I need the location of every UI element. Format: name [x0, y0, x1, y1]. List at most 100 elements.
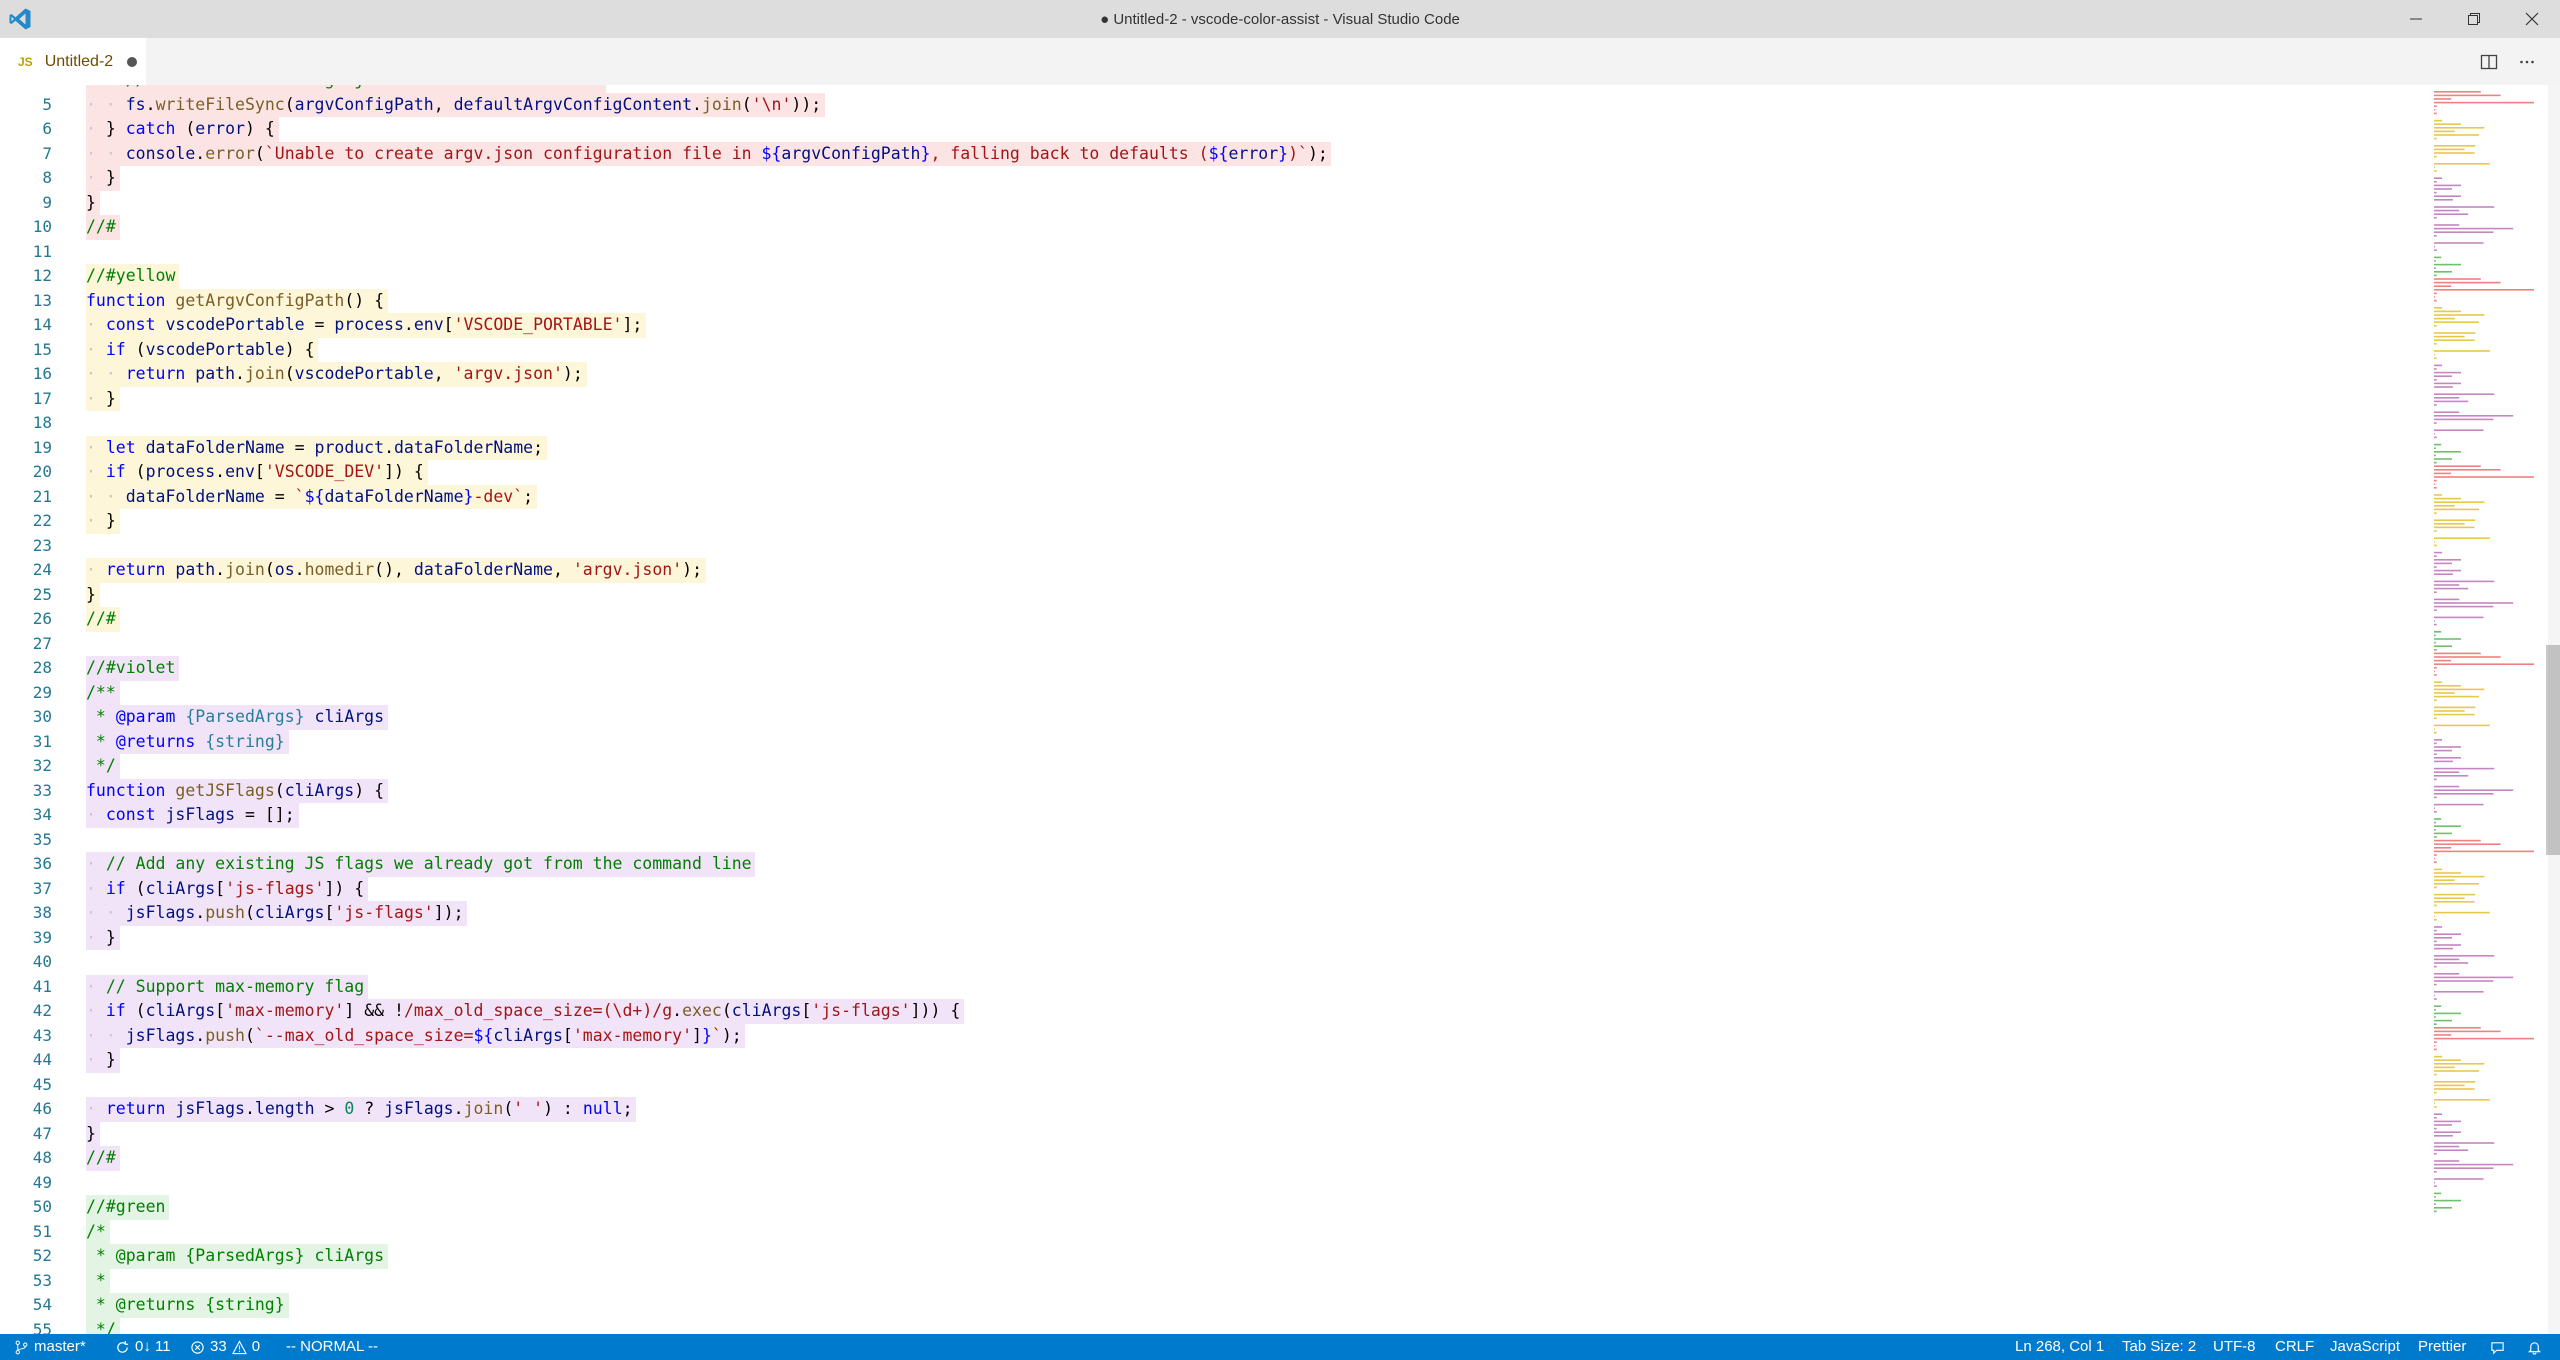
code-line[interactable]: 25}	[0, 582, 2420, 607]
more-actions-button[interactable]	[2513, 48, 2541, 76]
line-number: 41	[32, 976, 52, 996]
code-line[interactable]: 32 */	[0, 754, 2420, 779]
code-token: [	[254, 462, 265, 481]
vscode-logo-icon[interactable]	[8, 7, 32, 31]
problems-item[interactable]: 33 0	[190, 1334, 260, 1360]
split-editor-button[interactable]	[2475, 48, 2503, 76]
minimap-line	[2434, 670, 2435, 673]
code-line[interactable]: 20 · if (process.env['VSCODE_DEV']) {	[0, 460, 2420, 485]
code-line[interactable]: 43 · · jsFlags.push(`--max_old_space_size…	[0, 1023, 2420, 1048]
minimize-button[interactable]	[2387, 0, 2445, 38]
minimap-line	[2434, 285, 2452, 287]
code-line[interactable]: 19 · let dataFolderName = product.dataFol…	[0, 435, 2420, 460]
code-line[interactable]: 49	[0, 1171, 2420, 1196]
minimap-line	[2434, 1063, 2485, 1065]
code-line[interactable]: 50 //#green	[0, 1195, 2420, 1220]
minimap-line	[2434, 479, 2437, 482]
code-line[interactable]: 44 · }	[0, 1048, 2420, 1073]
code-line[interactable]: 36 · // Add any existing JS flags we alre…	[0, 852, 2420, 877]
code-line[interactable]: 30 * @param {ParsedArgs} cliArgs	[0, 705, 2420, 730]
code-line[interactable]: 21 · · dataFolderName = `${dataFolderName…	[0, 484, 2420, 509]
end-of-line[interactable]: CRLF	[2275, 1334, 2314, 1360]
minimap-line	[2434, 796, 2437, 799]
formatter[interactable]: Prettier	[2418, 1334, 2466, 1360]
tab-size[interactable]: Tab Size: 2	[2122, 1334, 2196, 1360]
code-line[interactable]: 48 //#	[0, 1146, 2420, 1171]
line-number: 37	[32, 878, 52, 898]
git-branch-item[interactable]: master*	[14, 1334, 86, 1360]
code-line[interactable]: 12 //#yellow	[0, 264, 2420, 289]
code-line[interactable]: 29 /**	[0, 680, 2420, 705]
code-line[interactable]: 4 · · // create initial argv.json with de…	[0, 85, 2420, 93]
minimap-line	[2434, 209, 2460, 212]
minimap-line	[2434, 980, 2494, 982]
close-window-button[interactable]	[2503, 0, 2560, 38]
code-line[interactable]: 22 · }	[0, 509, 2420, 534]
minimap[interactable]	[2428, 85, 2548, 1334]
code-line[interactable]: 24 · return path.join(os.homedir(), dataF…	[0, 558, 2420, 583]
sync-item[interactable]: 0↓ 11	[115, 1334, 171, 1360]
restore-button[interactable]	[2445, 0, 2503, 38]
notifications-button[interactable]	[2527, 1334, 2542, 1360]
code-line[interactable]: 39 · }	[0, 925, 2420, 950]
code-line[interactable]: 53 *	[0, 1268, 2420, 1293]
code-line[interactable]: 10 //#	[0, 215, 2420, 240]
minimap-line	[2434, 904, 2437, 907]
code-line[interactable]: 23	[0, 534, 2420, 559]
code-token: ;	[622, 1099, 633, 1118]
code-line[interactable]: 47}	[0, 1121, 2420, 1146]
code-line[interactable]: 9}	[0, 190, 2420, 215]
code-line[interactable]: 52 * @param {ParsedArgs} cliArgs	[0, 1244, 2420, 1269]
code-lines[interactable]: 4 · · // create initial argv.json with de…	[0, 85, 2420, 1334]
code-line[interactable]: 28 //#violet	[0, 656, 2420, 681]
tab-untitled-2[interactable]: JS Untitled-2	[0, 38, 146, 85]
code-line[interactable]: 8 · }	[0, 166, 2420, 191]
language-mode[interactable]: JavaScript	[2330, 1334, 2400, 1360]
code-line[interactable]: 16 · · return path.join(vscodePortable, '…	[0, 362, 2420, 387]
minimap-line	[2434, 746, 2461, 748]
code-line[interactable]: 6 · } catch (error) {	[0, 117, 2420, 142]
code-line[interactable]: 27	[0, 632, 2420, 657]
code-line[interactable]: 42 · if (cliArgs['max-memory'] && !/max_o…	[0, 999, 2420, 1024]
encoding[interactable]: UTF-8	[2213, 1334, 2256, 1360]
minimap-line	[2434, 638, 2461, 640]
code-line[interactable]: 35	[0, 828, 2420, 853]
code-token: [	[801, 1001, 812, 1020]
code-line[interactable]: 15 · if (vscodePortable) {	[0, 337, 2420, 362]
code-line[interactable]: 34 · const jsFlags = [];	[0, 803, 2420, 828]
scrollbar-slider[interactable]	[2546, 645, 2560, 855]
code-line[interactable]: 55 */	[0, 1317, 2420, 1334]
code-token: cliArgs	[145, 1001, 216, 1020]
code-line[interactable]: 38 · · jsFlags.push(cliArgs['js-flags']);	[0, 901, 2420, 926]
code-line[interactable]: 17 · }	[0, 386, 2420, 411]
code-line[interactable]: 11	[0, 240, 2420, 265]
code-line[interactable]: 51 /*	[0, 1219, 2420, 1244]
code-line[interactable]: 26 //#	[0, 607, 2420, 632]
code-line[interactable]: 31 * @returns {string}	[0, 729, 2420, 754]
minimap-line	[2434, 757, 2461, 759]
code-line[interactable]: 18	[0, 411, 2420, 436]
cursor-position[interactable]: Ln 268, Col 1	[2015, 1334, 2104, 1360]
minimap-line	[2434, 501, 2485, 503]
minimap-line	[2434, 393, 2495, 395]
unsaved-dot-icon[interactable]	[127, 56, 138, 67]
code-line[interactable]: 7 · · console.error(`Unable to create arg…	[0, 141, 2420, 166]
code-line[interactable]: 45	[0, 1073, 2420, 1098]
code-line[interactable]: 54 * @returns {string}	[0, 1293, 2420, 1318]
code-line[interactable]: 13 function getArgvConfigPath() {	[0, 288, 2420, 313]
code-editor[interactable]: 4 · · // create initial argv.json with de…	[0, 85, 2560, 1334]
minimap-line	[2434, 883, 2479, 885]
code-line[interactable]: 46 · return jsFlags.length > 0 ? jsFlags.…	[0, 1097, 2420, 1122]
code-line[interactable]: 41 · // Support max-memory flag	[0, 974, 2420, 999]
minimap-line	[2434, 206, 2495, 208]
feedback-button[interactable]	[2490, 1334, 2505, 1360]
code-line[interactable]: 5 · · fs.writeFileSync(argvConfigPath, de…	[0, 92, 2420, 117]
minimap-line	[2434, 861, 2437, 863]
code-line[interactable]: 14 · const vscodePortable = process.env['…	[0, 313, 2420, 338]
code-token: ·	[86, 976, 106, 996]
code-line[interactable]: 40	[0, 950, 2420, 975]
code-text: //#	[86, 607, 116, 632]
code-line[interactable]: 37 · if (cliArgs['js-flags']) {	[0, 876, 2420, 901]
code-line[interactable]: 33 function getJSFlags(cliArgs) {	[0, 778, 2420, 803]
minimap-line	[2434, 105, 2437, 107]
